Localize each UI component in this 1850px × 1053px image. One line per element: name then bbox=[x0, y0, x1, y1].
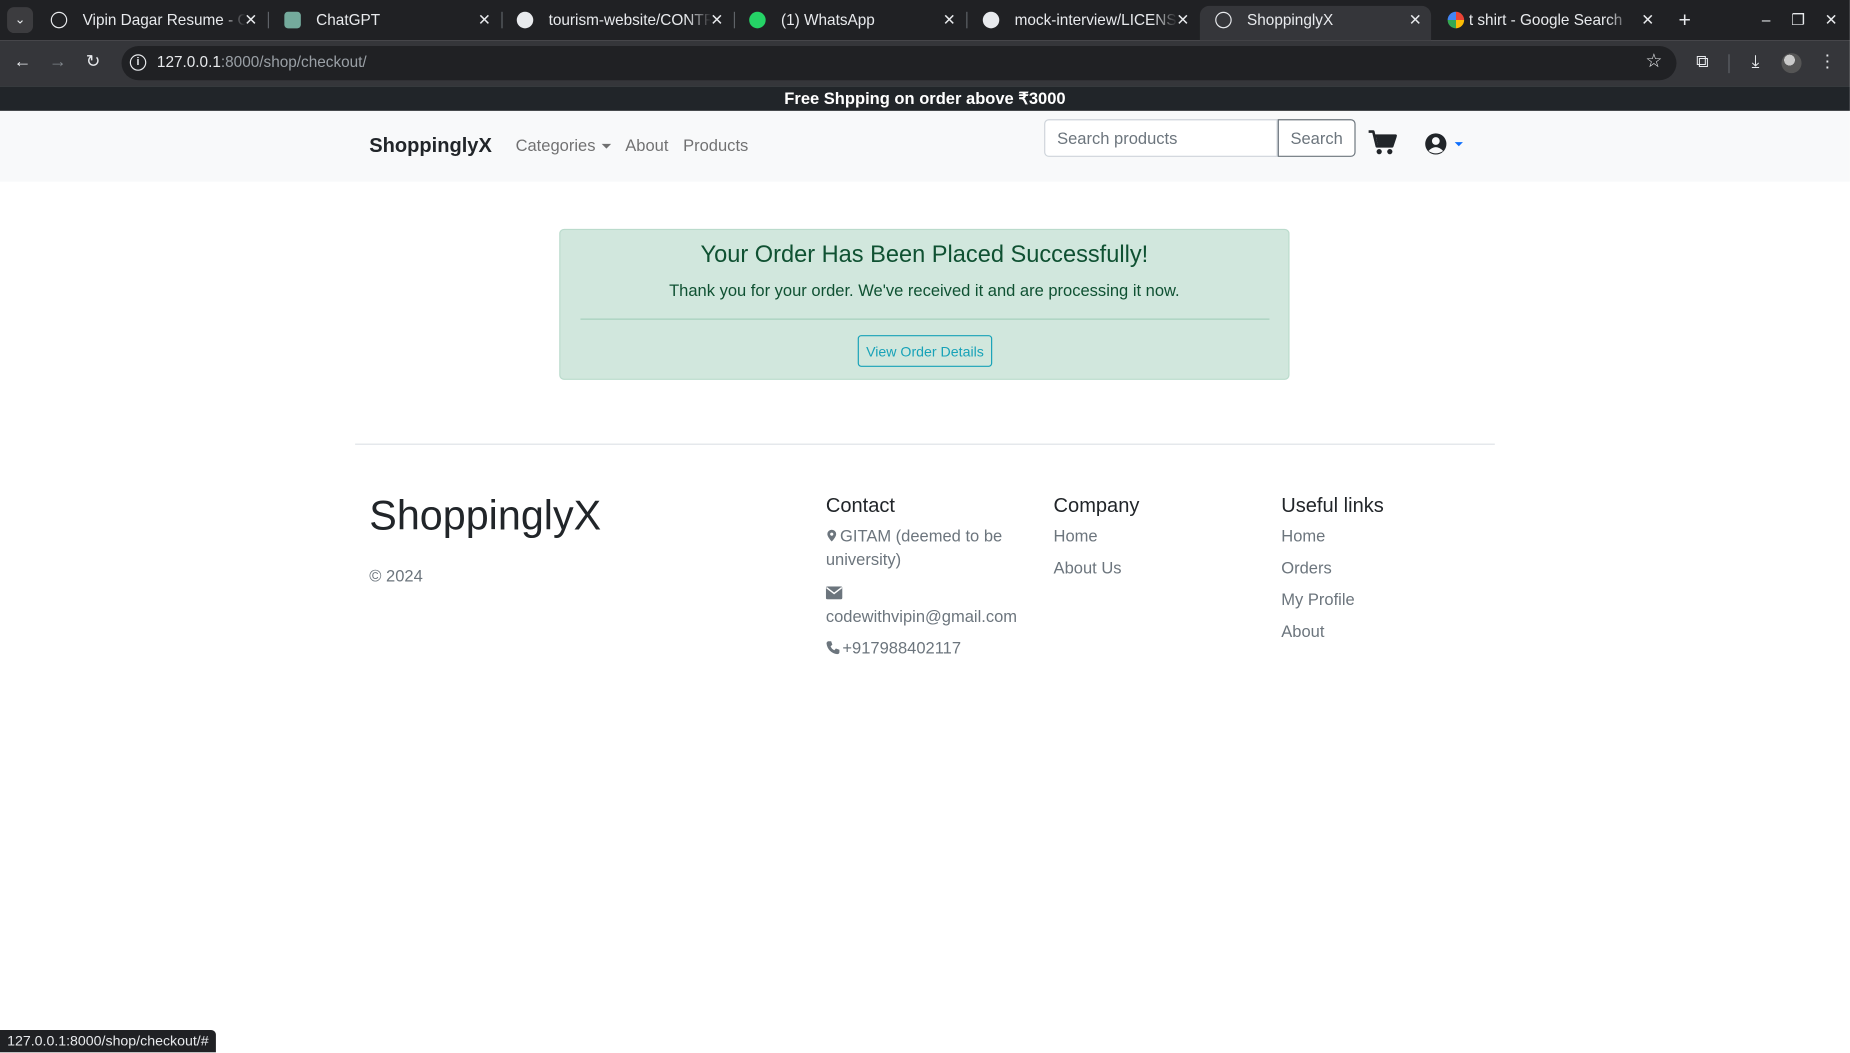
new-tab-icon[interactable]: + bbox=[1673, 6, 1697, 34]
forward-icon[interactable]: → bbox=[44, 48, 72, 76]
footer-useful-link-about[interactable]: About bbox=[1281, 622, 1324, 641]
map-marker-icon bbox=[827, 529, 837, 542]
close-icon[interactable]: ✕ bbox=[478, 6, 491, 34]
tab-resume[interactable]: Vipin Dagar Resume - Google Docs ✕ bbox=[35, 6, 266, 40]
footer-useful-link-home[interactable]: Home bbox=[1281, 526, 1325, 545]
github-icon bbox=[982, 11, 1000, 29]
url-text[interactable]: 127.0.0.1:8000/shop/checkout/ bbox=[157, 53, 367, 71]
search-input[interactable] bbox=[1044, 119, 1278, 157]
footer-phone: +917988402117 bbox=[826, 636, 961, 660]
nav-products[interactable]: Products bbox=[683, 136, 748, 155]
footer-useful-link-orders[interactable]: Orders bbox=[1281, 558, 1331, 577]
alert-message: Thank you for your order. We've received… bbox=[669, 280, 1180, 300]
nav-about[interactable]: About bbox=[625, 136, 668, 155]
close-icon[interactable]: ✕ bbox=[710, 6, 723, 34]
footer-address-text: GITAM (deemed to be university) bbox=[825, 526, 1003, 569]
whatsapp-icon bbox=[749, 11, 766, 29]
footer-email-text: codewithvipin@gmail.com bbox=[825, 606, 1018, 626]
footer-contact-heading: Contact bbox=[825, 494, 895, 517]
close-icon[interactable]: ✕ bbox=[1641, 6, 1654, 34]
address-bar[interactable]: i 127.0.0.1:8000/shop/checkout/ ☆ bbox=[121, 46, 1677, 81]
close-icon[interactable]: ✕ bbox=[1176, 6, 1189, 34]
menu-dots-icon[interactable]: ⋮ bbox=[1815, 50, 1841, 76]
tab-chatgpt[interactable]: ChatGPT ✕ bbox=[269, 6, 500, 40]
site-navbar: ShoppinglyX Categories About Products Se… bbox=[0, 110, 1850, 182]
search-button[interactable]: Search bbox=[1277, 119, 1356, 157]
close-icon[interactable]: ✕ bbox=[1409, 6, 1422, 34]
tab-title: Vipin Dagar Resume - Google Docs bbox=[82, 10, 246, 29]
footer-copyright: © 2024 bbox=[369, 566, 423, 586]
footer-phone-text: +917988402117 bbox=[842, 638, 962, 658]
google-icon bbox=[1447, 11, 1465, 29]
tab-search-icon[interactable]: ⌄ bbox=[7, 7, 34, 34]
brand-logo[interactable]: ShoppinglyX bbox=[369, 134, 492, 158]
cart-icon[interactable] bbox=[1368, 130, 1397, 156]
footer-divider bbox=[355, 443, 1495, 445]
globe-icon bbox=[50, 11, 68, 29]
footer-address: GITAM (deemed to be university) bbox=[826, 524, 1027, 571]
footer-company-link-about-us[interactable]: About Us bbox=[1054, 558, 1122, 577]
footer-email: codewithvipin@gmail.com bbox=[825, 580, 1027, 627]
tab-title: t shirt - Google Search bbox=[1468, 10, 1623, 29]
toolbar-divider bbox=[1728, 54, 1730, 74]
link-status-bar: 127.0.0.1:8000/shop/checkout/# bbox=[0, 1029, 216, 1053]
close-icon[interactable]: ✕ bbox=[943, 6, 956, 34]
minimize-icon[interactable]: – bbox=[1754, 6, 1778, 34]
window-close-icon[interactable]: ✕ bbox=[1819, 6, 1843, 34]
tab-google-search[interactable]: t shirt - Google Search ✕ bbox=[1432, 6, 1663, 40]
alert-heading: Your Order Has Been Placed Successfully! bbox=[700, 241, 1149, 268]
envelope-icon bbox=[825, 586, 843, 600]
nav-categories-label: Categories bbox=[515, 135, 596, 155]
tab-mock-interview[interactable]: mock-interview/LICENSE ✕ bbox=[967, 6, 1198, 40]
user-account-icon[interactable] bbox=[1424, 131, 1469, 157]
restore-icon[interactable]: ❐ bbox=[1786, 6, 1810, 34]
tab-shoppinglyx[interactable]: ShoppinglyX ✕ bbox=[1199, 5, 1432, 41]
tab-title: tourism-website/CONTRIBUTING.md bbox=[548, 10, 712, 29]
close-icon[interactable]: ✕ bbox=[244, 6, 257, 34]
promo-banner: Free Shpping on order above ₹3000 bbox=[0, 86, 1850, 111]
footer-useful-heading: Useful links bbox=[1281, 494, 1384, 517]
browser-toolbar: ← → ↻ i 127.0.0.1:8000/shop/checkout/ ☆ … bbox=[0, 40, 1850, 87]
bookmark-star-icon[interactable]: ☆ bbox=[1645, 50, 1662, 74]
github-icon bbox=[516, 11, 534, 29]
view-order-details-button[interactable]: View Order Details bbox=[857, 335, 993, 367]
extensions-icon[interactable]: ⧉ bbox=[1689, 50, 1715, 76]
footer-company-heading: Company bbox=[1053, 494, 1140, 517]
back-icon[interactable]: ← bbox=[8, 48, 36, 76]
footer-brand: ShoppinglyX bbox=[369, 493, 602, 540]
tab-title: ChatGPT bbox=[316, 10, 381, 29]
browser-tab-strip: ⌄ Vipin Dagar Resume - Google Docs ✕ Cha… bbox=[0, 0, 1850, 41]
tab-whatsapp[interactable]: (1) WhatsApp ✕ bbox=[734, 6, 965, 40]
alert-divider bbox=[580, 318, 1270, 320]
tab-title: (1) WhatsApp bbox=[781, 10, 875, 29]
url-path: :8000/shop/checkout/ bbox=[220, 53, 367, 71]
url-host: 127.0.0.1 bbox=[156, 53, 221, 71]
reload-icon[interactable]: ↻ bbox=[79, 48, 107, 76]
site-info-icon[interactable]: i bbox=[129, 54, 147, 71]
caret-down-icon bbox=[601, 144, 611, 150]
order-success-alert: Your Order Has Been Placed Successfully!… bbox=[559, 228, 1290, 380]
footer-company-link-home[interactable]: Home bbox=[1054, 526, 1098, 545]
globe-icon bbox=[1215, 11, 1232, 29]
download-icon[interactable]: ⤓ bbox=[1743, 50, 1769, 76]
nav-categories-dropdown[interactable]: Categories bbox=[516, 136, 611, 155]
footer-useful-link-my-profile[interactable]: My Profile bbox=[1281, 590, 1354, 609]
tab-title: mock-interview/LICENSE bbox=[1014, 10, 1178, 29]
profile-avatar[interactable] bbox=[1781, 53, 1802, 74]
phone-icon bbox=[826, 641, 840, 655]
tab-title: ShoppinglyX bbox=[1247, 10, 1334, 29]
tab-tourism-website[interactable]: tourism-website/CONTRIBUTING.md ✕ bbox=[501, 6, 732, 40]
chatgpt-icon bbox=[284, 11, 301, 29]
